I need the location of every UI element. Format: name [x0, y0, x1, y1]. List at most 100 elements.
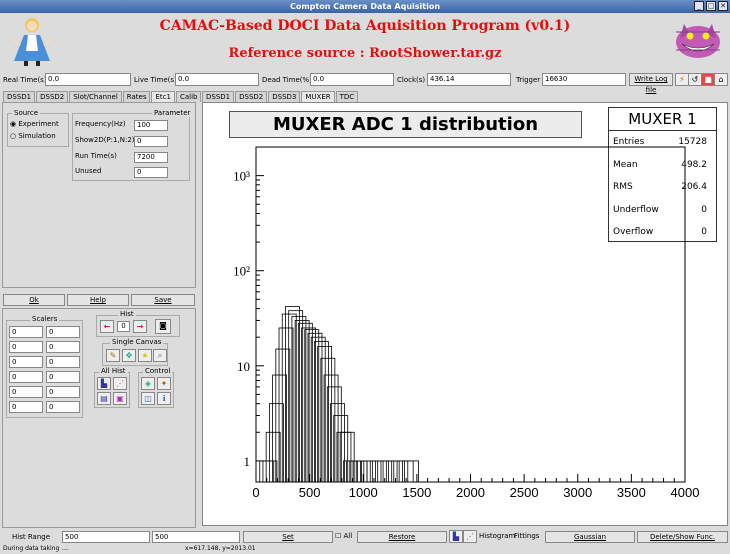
unused-label: Unused	[75, 167, 102, 175]
simulation-label: Simulation	[18, 132, 56, 140]
refresh-icon[interactable]: ↺	[688, 73, 702, 86]
scaler-field[interactable]: 0	[46, 341, 80, 353]
show2d-label: Show2D(P:1,N:2)	[75, 136, 135, 144]
experiment-radio[interactable]: ◉ Experiment	[10, 120, 59, 129]
ok-button[interactable]: Ok	[3, 294, 65, 306]
gaussian-button[interactable]: Gaussian	[545, 531, 635, 543]
tab-muxer[interactable]: MUXER	[301, 91, 335, 102]
live-time-field[interactable]: 0.0	[175, 73, 259, 86]
graph-mode-icon[interactable]: ⋰	[463, 530, 477, 543]
info-icon[interactable]: ℹ	[157, 392, 171, 405]
tab-tdc[interactable]: TDC	[335, 91, 359, 102]
scaler-field[interactable]: 0	[46, 326, 80, 338]
scalers-title: Scalers	[30, 315, 60, 323]
range-max-field[interactable]: 500	[152, 531, 240, 543]
tab-calib[interactable]: Calib	[175, 91, 202, 102]
stop-icon[interactable]: ■	[701, 73, 715, 86]
histogram-icon[interactable]: ▙	[97, 377, 111, 390]
minimize-button[interactable]: _	[694, 1, 704, 11]
set-button[interactable]: Set	[243, 531, 333, 543]
histogram-bar	[285, 306, 300, 483]
hist-index-field[interactable]: 0	[117, 321, 130, 332]
delete-show-func-button[interactable]: Delete/Show Func.	[637, 531, 728, 543]
scaler-field[interactable]: 0	[46, 371, 80, 383]
run-icon[interactable]: ⚡	[675, 73, 689, 86]
range-min-field[interactable]: 500	[62, 531, 150, 543]
dead-time-field[interactable]: 0.0	[310, 73, 394, 86]
all-checkbox[interactable]: ☐ All	[335, 531, 352, 542]
histogram-mode-icon[interactable]: ▙	[449, 530, 463, 543]
scaler-field[interactable]: 0	[46, 401, 80, 413]
runtime-label: Run Time(s)	[75, 152, 117, 160]
camera-icon[interactable]: ◙	[155, 319, 171, 334]
y-tick-label: 10	[237, 359, 250, 374]
status-message: During data taking ....	[3, 545, 69, 552]
clock-field[interactable]: 436.14	[427, 73, 511, 86]
tab-etc1[interactable]: Etc1	[151, 91, 175, 102]
scaler-field[interactable]: 0	[46, 386, 80, 398]
tab-dssd1[interactable]: DSSD1	[3, 91, 36, 102]
prev-arrow-icon[interactable]: ←	[100, 320, 114, 333]
tab-dssd1-canvas[interactable]: DSSD1	[202, 91, 235, 102]
histogram-bar	[268, 403, 284, 483]
scaler-field[interactable]: 0	[9, 341, 43, 353]
zoom-icon[interactable]: ⌕	[153, 349, 167, 362]
x-tick-label: 2000	[456, 485, 485, 500]
window-title: Compton Camera Data Aquisition	[289, 2, 441, 11]
histogram-bar	[333, 415, 349, 483]
scaler-field[interactable]: 0	[9, 401, 43, 413]
histogram-bar	[346, 460, 361, 483]
histogram-label: Histogram	[479, 532, 516, 540]
frequency-label: Frequency(Hz)	[75, 120, 126, 128]
star-icon[interactable]: ★	[138, 349, 152, 362]
left-tab-bar: DSSD1 DSSD2 Slot/Channel Rates Etc1 Cali…	[3, 91, 202, 102]
move-icon[interactable]: ✥	[122, 349, 136, 362]
tab-dssd3-canvas[interactable]: DSSD3	[268, 91, 301, 102]
write-log-button[interactable]: Write Log file	[629, 73, 673, 94]
tool-icon[interactable]: ✦	[157, 377, 171, 390]
histogram-bar	[262, 460, 278, 483]
histogram-bar	[342, 460, 358, 483]
tab-rates[interactable]: Rates	[122, 91, 151, 102]
real-time-field[interactable]: 0.0	[45, 73, 131, 86]
histogram-bar	[294, 320, 310, 483]
save-button[interactable]: Save	[131, 294, 195, 306]
x-tick-label: 1000	[349, 485, 378, 500]
trigger-label: Trigger	[516, 76, 541, 84]
y-tick-label: 10²	[233, 264, 250, 279]
trigger-field[interactable]: 16630	[542, 73, 626, 86]
single-canvas-title: Single Canvas	[110, 338, 164, 346]
lego-icon[interactable]: ▣	[113, 392, 127, 405]
scaler-field[interactable]: 0	[46, 356, 80, 368]
tab-dssd2[interactable]: DSSD2	[36, 91, 69, 102]
histogram-bar	[301, 327, 316, 483]
runtime-field[interactable]: 7200	[134, 152, 168, 163]
y-tick-label: 10³	[233, 169, 250, 184]
simulation-radio[interactable]: ○ Simulation	[10, 132, 56, 141]
restore-button[interactable]: Restore	[357, 531, 447, 543]
x-tick-label: 2500	[510, 485, 539, 500]
draw-icon[interactable]: ✎	[106, 349, 120, 362]
graph-icon[interactable]: ⋰	[113, 377, 127, 390]
tab-slot-channel[interactable]: Slot/Channel	[69, 91, 122, 102]
reset-icon[interactable]: ◫	[141, 392, 155, 405]
histogram-bar	[304, 329, 320, 483]
scaler-field[interactable]: 0	[9, 356, 43, 368]
help-button[interactable]: Help	[67, 294, 129, 306]
banner-subtitle: Reference source : RootShower.tar.gz	[228, 46, 502, 61]
next-arrow-icon[interactable]: →	[133, 320, 147, 333]
maximize-button[interactable]: □	[706, 1, 716, 11]
scaler-field[interactable]: 0	[9, 386, 43, 398]
x-tick-label: 500	[299, 485, 321, 500]
close-button[interactable]: ✕	[718, 1, 728, 11]
frequency-field[interactable]: 100	[134, 120, 168, 131]
tab-dssd2-canvas[interactable]: DSSD2	[235, 91, 268, 102]
x-tick-label: 0	[252, 485, 259, 500]
scaler-field[interactable]: 0	[9, 371, 43, 383]
home-icon[interactable]: ⌂	[714, 73, 728, 86]
scaler-field[interactable]: 0	[9, 326, 43, 338]
show2d-field[interactable]: 0	[134, 136, 168, 147]
fit-icon[interactable]: ◈	[141, 377, 155, 390]
unused-field[interactable]: 0	[134, 167, 168, 178]
stack-icon[interactable]: ▤	[97, 392, 111, 405]
